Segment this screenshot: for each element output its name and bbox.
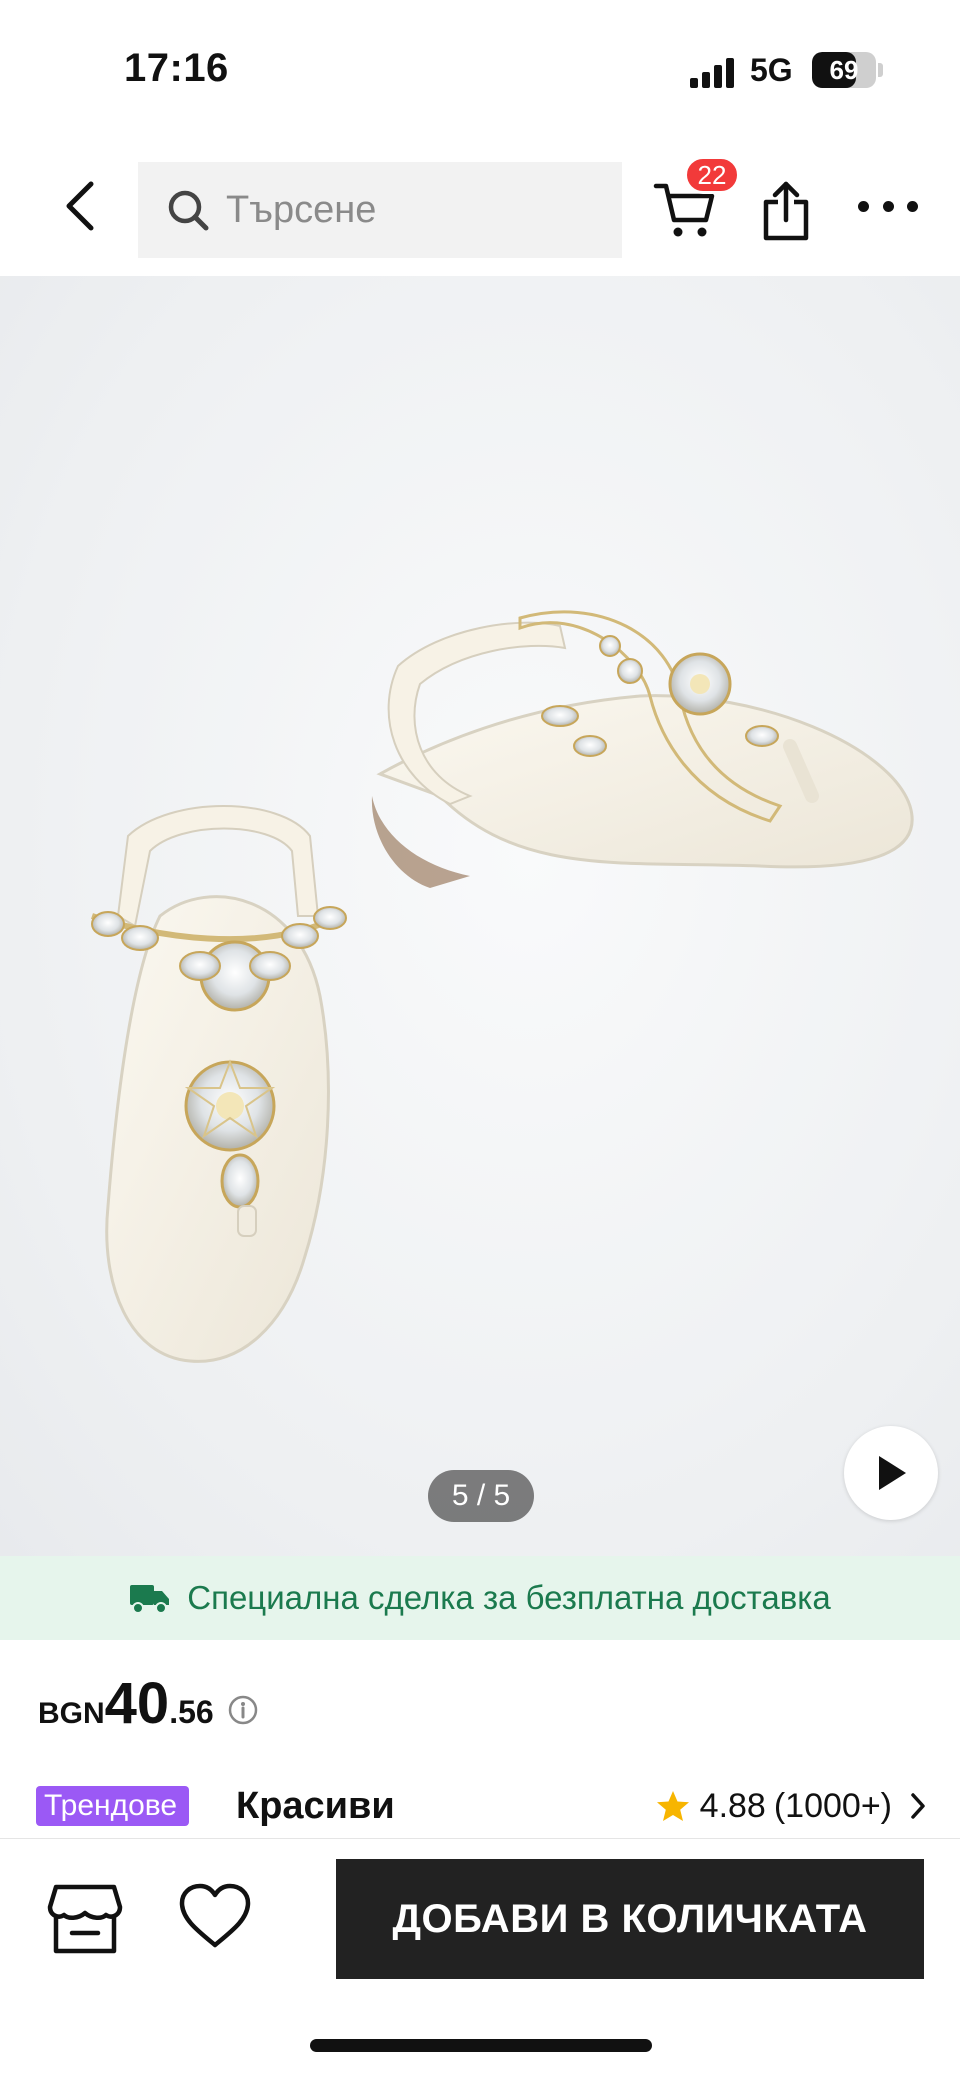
bottom-action-bar: ДОБАВИ В КОЛИЧКАТА xyxy=(0,1839,960,2079)
rating-link[interactable]: 4.88 (1000+) xyxy=(656,1784,926,1828)
trend-badge: Трендове xyxy=(36,1786,190,1826)
heart-icon xyxy=(179,1883,251,1948)
signal-icon xyxy=(690,56,734,88)
free-shipping-banner: Специална сделка за безплатна доставка xyxy=(0,1556,960,1640)
battery-level: 69 xyxy=(829,55,859,85)
price-decimal: .56 xyxy=(169,1694,214,1730)
image-page-indicator: 5 / 5 xyxy=(428,1470,534,1522)
review-count: (1000+) xyxy=(773,1786,892,1825)
product-image-gallery[interactable]: 5 / 5 xyxy=(0,276,960,1556)
sandal-right xyxy=(371,610,914,888)
top-nav-bar: Търсене 22 xyxy=(0,140,960,276)
price-integer: 40 xyxy=(104,1671,170,1736)
price: BGN 40 .56 xyxy=(38,1670,258,1740)
star-icon xyxy=(656,1791,689,1821)
product-title: Красиви xyxy=(236,1785,395,1827)
store-button[interactable] xyxy=(46,1883,124,1955)
play-icon xyxy=(879,1456,906,1490)
status-time: 17:16 xyxy=(124,46,229,90)
back-button[interactable] xyxy=(50,176,110,236)
status-bar: 17:16 5G 69 xyxy=(0,0,960,140)
more-icon-dot xyxy=(882,200,894,212)
more-icon xyxy=(858,200,869,212)
product-title-row: Трендове Красиви 4.88 (1000+) xyxy=(36,1782,926,1832)
back-arrow-icon xyxy=(66,181,94,231)
more-options-button[interactable] xyxy=(858,192,918,220)
cart-count-badge: 22 xyxy=(684,156,740,194)
price-currency: BGN xyxy=(38,1697,105,1730)
info-icon[interactable] xyxy=(228,1695,258,1725)
network-label: 5G xyxy=(750,52,793,88)
search-input[interactable]: Търсене xyxy=(138,162,622,258)
battery-nub xyxy=(878,63,883,77)
trend-badge-label: Трендове xyxy=(44,1789,178,1822)
store-icon xyxy=(47,1884,123,1954)
search-icon xyxy=(168,190,209,231)
truck-icon xyxy=(130,1585,170,1614)
home-indicator xyxy=(310,2039,652,2052)
sandal-left xyxy=(91,805,347,1363)
product-photo xyxy=(91,610,914,1363)
chevron-right-icon xyxy=(911,1793,925,1819)
search-placeholder: Търсене xyxy=(226,188,377,231)
more-icon-dot xyxy=(907,200,918,212)
share-button[interactable] xyxy=(760,180,812,242)
rating-value: 4.88 xyxy=(699,1786,766,1825)
shipping-banner-text: Специална сделка за безплатна доставка xyxy=(187,1579,831,1616)
share-icon xyxy=(763,181,809,241)
play-video-button[interactable] xyxy=(844,1426,938,1520)
wishlist-button[interactable] xyxy=(178,1883,252,1949)
add-to-cart-button[interactable]: ДОБАВИ В КОЛИЧКАТА xyxy=(336,1859,924,1979)
battery-icon: 69 xyxy=(812,52,876,88)
